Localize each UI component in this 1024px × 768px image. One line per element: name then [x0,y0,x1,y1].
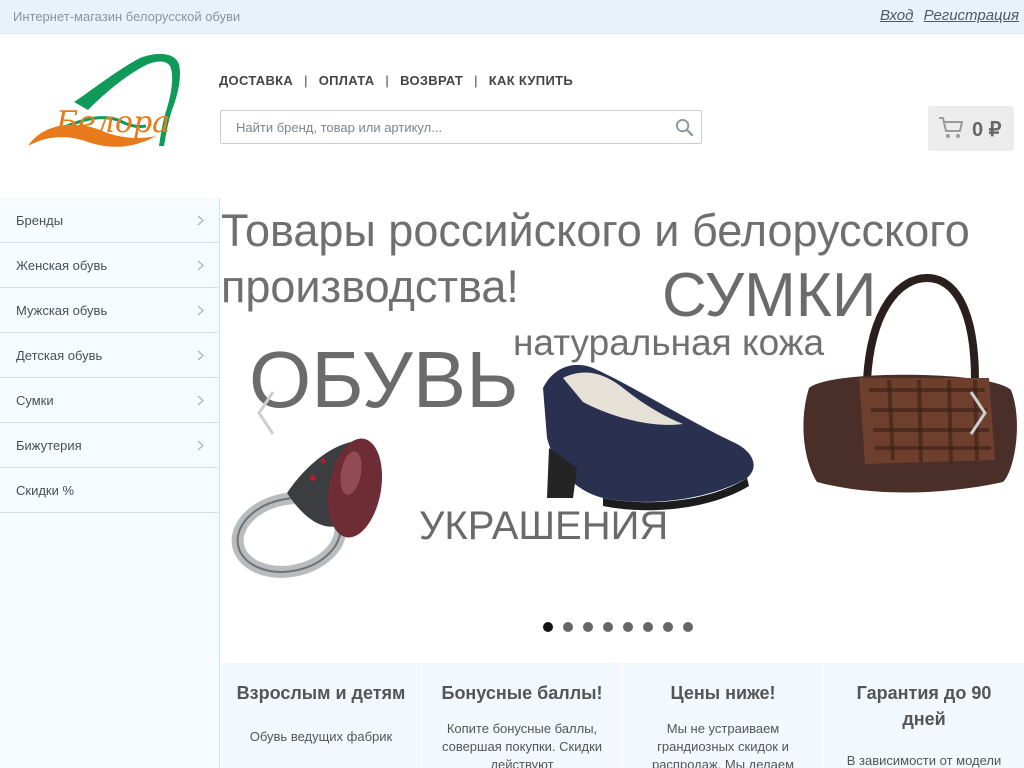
features-row: Взрослым и детям Обувь ведущих фабрик Бо… [221,663,1024,768]
slider-next-arrow-icon[interactable] [967,388,989,438]
slider-dot[interactable] [643,622,653,632]
sidebar-item-label: Бижутерия [16,438,82,453]
slider-dot[interactable] [563,622,573,632]
sidebar-item-label: Женская обувь [16,258,108,273]
site-logo[interactable]: Белора [22,50,187,158]
slider-prev-arrow-icon[interactable] [255,388,277,438]
sidebar-item-kids-shoes[interactable]: Детская обувь [0,333,219,378]
top-bar: Интернет-магазин белорусской обуви Вход … [0,0,1024,34]
feature-title: Бонусные баллы! [441,683,603,703]
chevron-right-icon [197,215,204,226]
slider-dot[interactable] [543,622,553,632]
sidebar-item-label: Сумки [16,393,54,408]
register-link[interactable]: Регистрация [924,7,1019,24]
search-icon[interactable] [675,118,694,137]
sidebar-item-label: Бренды [16,213,64,228]
banner-shoes-text: ОБУВЬ [249,335,519,424]
chevron-right-icon [197,350,204,361]
shopping-cart-icon [939,117,963,138]
slider-dot[interactable] [663,622,673,632]
slider-dot[interactable] [683,622,693,632]
feature-bonus-points: Бонусные баллы! Копите бонусные баллы, с… [422,663,622,768]
sidebar-item-womens-shoes[interactable]: Женская обувь [0,243,219,288]
chevron-right-icon [197,305,204,316]
feature-title: Гарантия до 90 дней [856,683,992,729]
feature-title: Цены ниже! [670,683,776,703]
cart-sum: 0 ₽ [972,119,1002,141]
feature-text: Копите бонусные баллы, совершая покупки.… [441,721,603,768]
site-tagline: Интернет-магазин белорусской обуви [13,9,241,24]
high-heel-logo-icon: Белора [28,53,180,147]
loafer-shoe-image [543,364,754,511]
search-input[interactable] [221,111,661,143]
banner-headline-line1: Товары российского и белорусского [221,205,970,256]
ring-image [231,438,383,578]
feature-title: Взрослым и детям [236,683,406,703]
banner-slider[interactable]: Товары российского и белорусского произв… [221,198,1024,662]
chevron-right-icon [197,395,204,406]
feature-text: Обувь ведущих фабрик [249,729,393,744]
slider-dot[interactable] [583,622,593,632]
feature-guarantee: Гарантия до 90 дней В зависимости от мод… [824,663,1024,768]
nav-delivery[interactable]: ДОСТАВКА [219,73,293,88]
banner-bags-text: СУМКИ [662,261,877,330]
cart-button[interactable]: 0 ₽ [928,106,1014,151]
sidebar-item-jewelry[interactable]: Бижутерия [0,423,219,468]
nav-return[interactable]: ВОЗВРАТ [400,73,463,88]
svg-text:Белора: Белора [55,105,170,140]
slider-dot[interactable] [603,622,613,632]
chevron-right-icon [197,440,204,451]
nav-separator: | [385,73,390,88]
sidebar-item-label: Детская обувь [16,348,103,363]
slider-pagination [543,619,703,632]
nav-separator: | [474,73,478,88]
slider-dot[interactable] [623,622,633,632]
login-link[interactable]: Вход [880,7,913,24]
feature-text: Мы не устраиваем грандиозных скидок и ра… [651,721,795,768]
auth-links: Вход Регистрация [874,7,1019,24]
sidebar-item-label: Скидки % [16,483,75,498]
main-nav: ДОСТАВКА | ОПЛАТА | ВОЗВРАТ | КАК КУПИТЬ [219,73,573,88]
sidebar-item-brands[interactable]: Бренды [0,198,219,243]
sidebar-item-label: Мужская обувь [16,303,108,318]
banner-jewelry-text: УКРАШЕНИЯ [419,504,669,548]
feature-text: В зависимости от модели [846,753,1002,768]
sidebar-item-bags[interactable]: Сумки [0,378,219,423]
feature-lower-prices: Цены ниже! Мы не устраиваем грандиозных … [623,663,823,768]
sidebar-item-discounts[interactable]: Скидки % [0,468,219,513]
chevron-right-icon [197,260,204,271]
sidebar-item-mens-shoes[interactable]: Мужская обувь [0,288,219,333]
nav-separator: | [304,73,308,88]
banner-leather-text: натуральная кожа [513,322,825,363]
category-sidebar: Бренды Женская обувь Мужская обувь Детск… [0,198,220,768]
feature-adults-kids: Взрослым и детям Обувь ведущих фабрик [221,663,421,768]
search-box [220,110,702,144]
nav-payment[interactable]: ОПЛАТА [319,73,375,88]
nav-how-to-buy[interactable]: КАК КУПИТЬ [489,73,573,88]
